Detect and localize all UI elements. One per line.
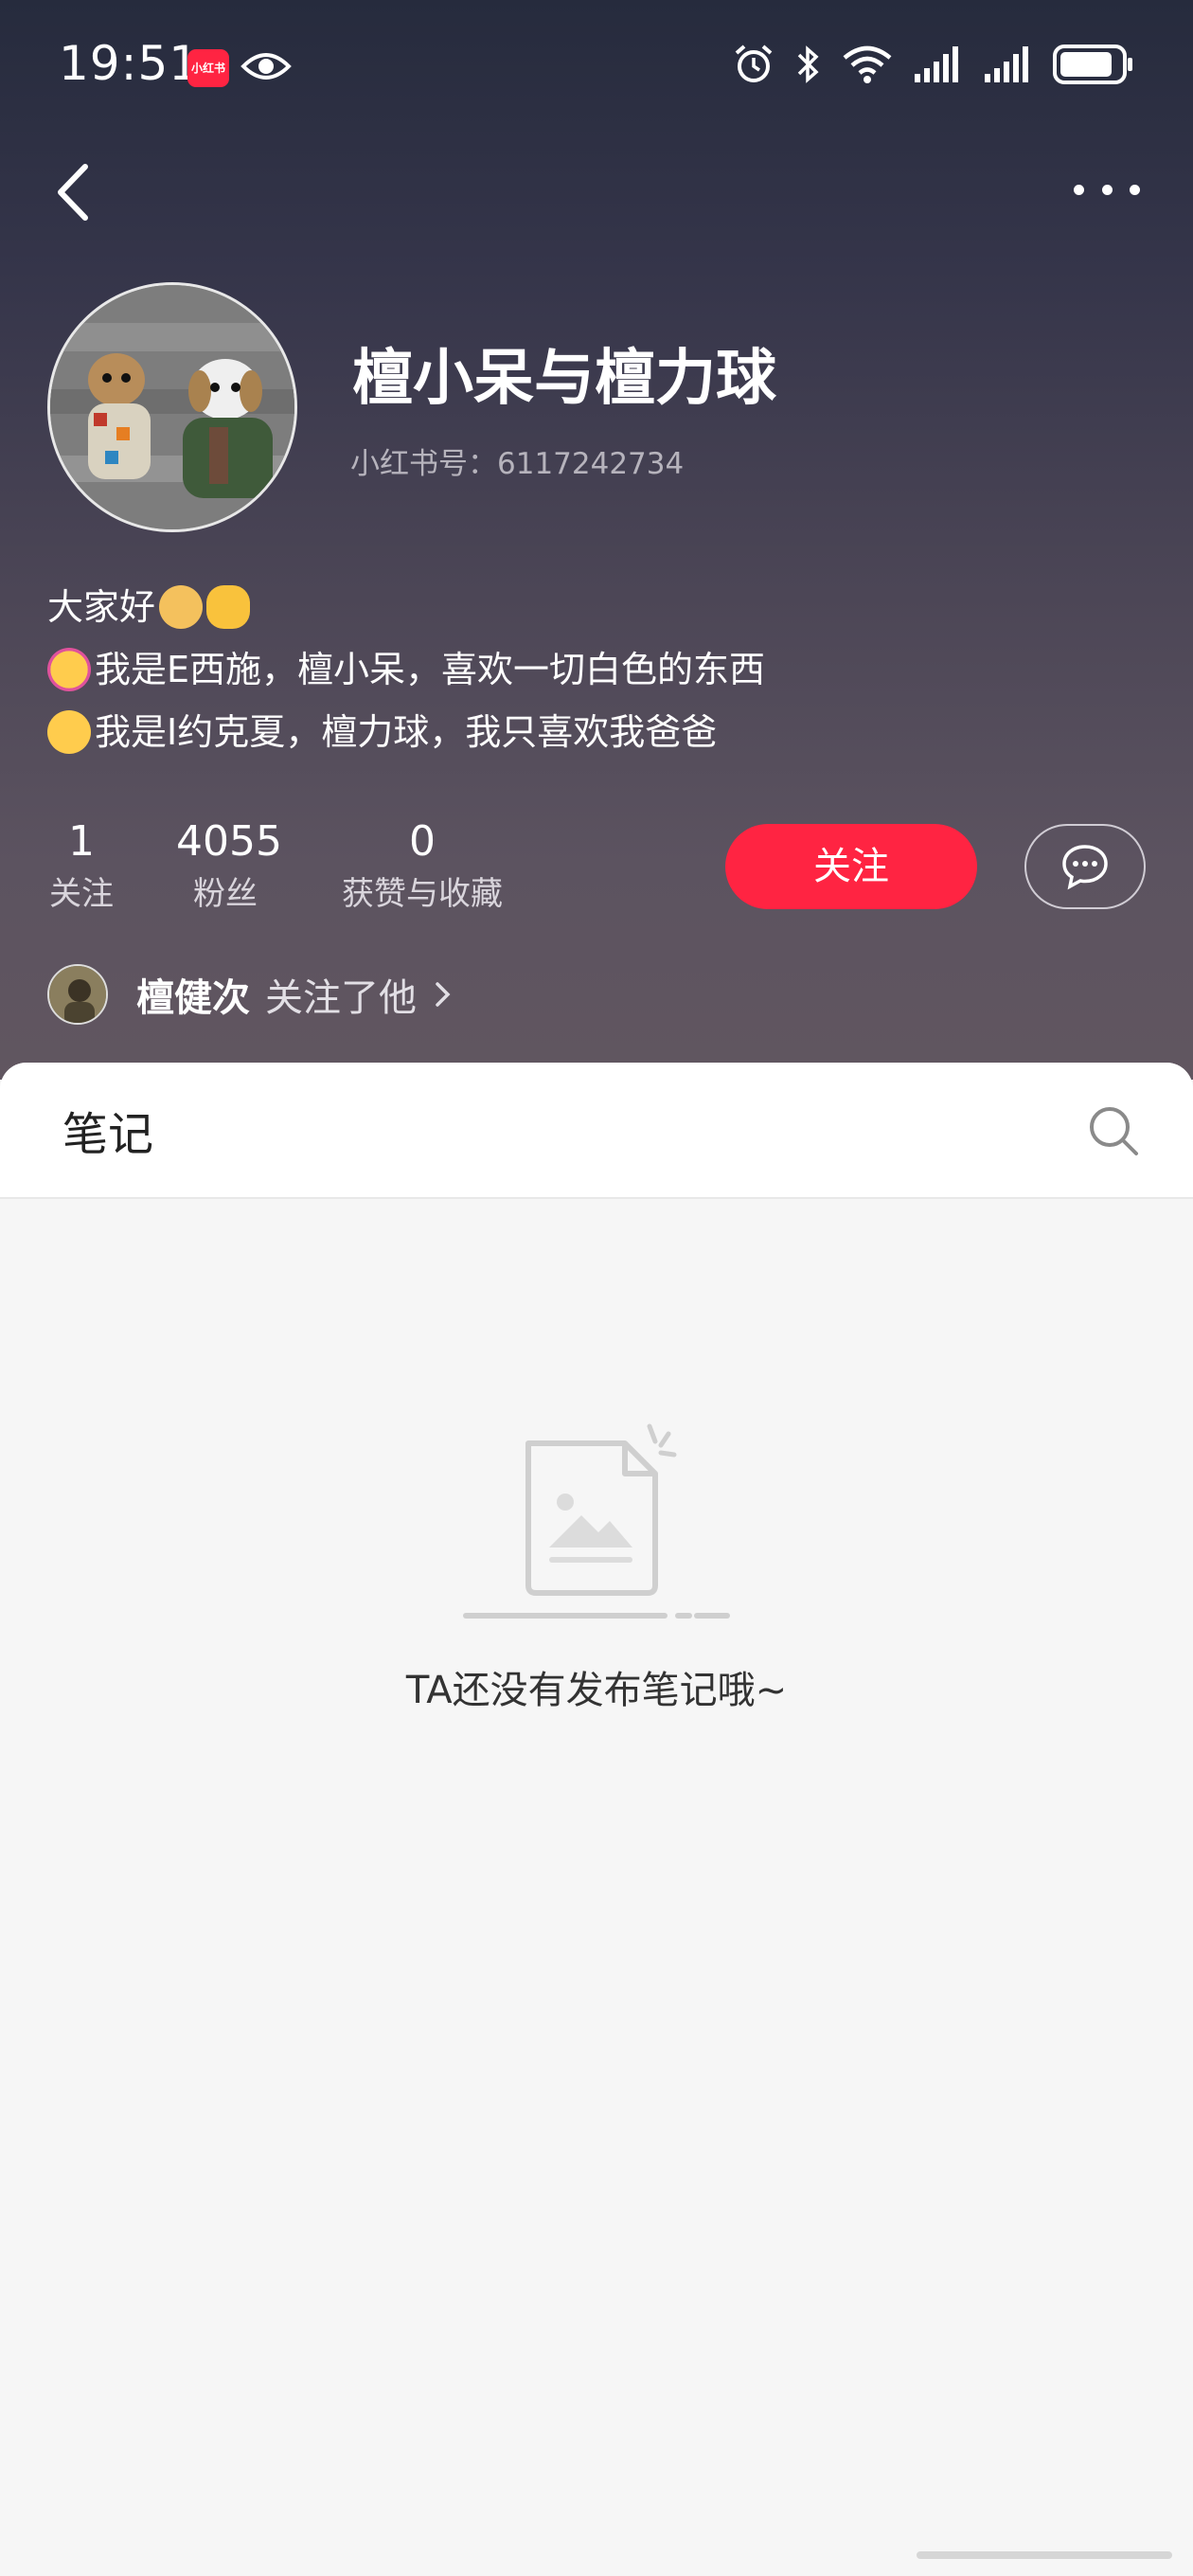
red-id-value: 6117242734 (497, 447, 685, 481)
dogs-photo (50, 285, 294, 529)
message-button[interactable] (1024, 824, 1146, 909)
stat-label: 粉丝 (193, 875, 258, 913)
bio-text: 我是E西施，檀小呆，喜欢一切白色的东西 (95, 649, 766, 690)
bio-line: 我是I约克夏，檀力球，我只喜欢我爸爸 (47, 701, 765, 763)
more-dot (1130, 184, 1140, 195)
profile-name: 檀小呆与檀力球 (352, 344, 776, 414)
bio-line: 我是E西施，檀小呆，喜欢一切白色的东西 (47, 638, 765, 701)
profile-bio: 大家好 我是E西施，檀小呆，喜欢一切白色的东西 我是I约克夏，檀力球，我只喜欢我… (47, 576, 765, 763)
profile-header-background (0, 0, 1193, 1080)
wifi-icon (843, 45, 892, 83)
mutual-avatar (47, 964, 108, 1025)
profile-avatar[interactable] (47, 282, 297, 532)
tab-notes[interactable]: 笔记 (62, 1097, 153, 1163)
stat-likes-collects[interactable]: 0 获赞与收藏 (337, 816, 507, 913)
person-raising-hand-emoji (159, 585, 204, 629)
home-indicator[interactable] (917, 2551, 1172, 2559)
status-bar: 19:51 小红书 (0, 0, 1193, 133)
more-dot (1074, 184, 1084, 195)
empty-notes-icon (463, 1423, 730, 1619)
red-id-label: 小红书号： (350, 447, 497, 481)
stat-following[interactable]: 1 关注 (47, 816, 116, 913)
bio-line: 大家好 (47, 576, 765, 638)
signal-icon (985, 46, 1028, 82)
stat-number: 4055 (176, 817, 282, 866)
waving-hand-emoji (206, 585, 251, 629)
search-icon[interactable] (1085, 1102, 1142, 1159)
more-button[interactable] (1074, 170, 1140, 208)
app-badge-icon: 小红书 (187, 49, 229, 87)
mutual-name: 檀健次 (136, 976, 250, 1020)
stat-label: 关注 (49, 875, 114, 913)
bluetooth-icon (797, 45, 819, 83)
bio-text: 大家好 (47, 586, 156, 628)
stat-followers[interactable]: 4055 粉丝 (176, 816, 282, 913)
status-time: 19:51 (59, 36, 201, 91)
tab-bar: 笔记 (0, 1063, 1193, 1199)
status-icons (733, 44, 1134, 85)
follow-button[interactable]: 关注 (725, 824, 977, 909)
chevron-right-icon (436, 982, 451, 1007)
red-id[interactable]: 小红书号：6117242734 (350, 439, 684, 482)
stat-number: 0 (409, 817, 436, 866)
more-dot (1101, 184, 1113, 195)
battery-icon (1053, 45, 1132, 84)
pleading-face-emoji (47, 710, 91, 754)
mutual-follow-row[interactable]: 檀健次 关注了他 (47, 964, 453, 1025)
notes-section: 笔记 TA还没有发布笔记哦~ (0, 1063, 1193, 2576)
empty-state-text: TA还没有发布笔记哦~ (405, 1669, 788, 1712)
chat-bubble-icon (1062, 845, 1108, 890)
alarm-icon (735, 45, 773, 82)
eye-icon (240, 53, 292, 80)
partying-face-emoji (47, 648, 91, 691)
stat-number: 1 (68, 817, 95, 866)
mutual-avatar-photo (49, 966, 106, 1023)
signal-icon (915, 46, 958, 82)
mutual-text: 关注了他 (265, 976, 417, 1020)
stat-label: 获赞与收藏 (342, 875, 503, 913)
bio-text: 我是I约克夏，檀力球，我只喜欢我爸爸 (95, 711, 718, 753)
back-button[interactable] (49, 159, 97, 225)
